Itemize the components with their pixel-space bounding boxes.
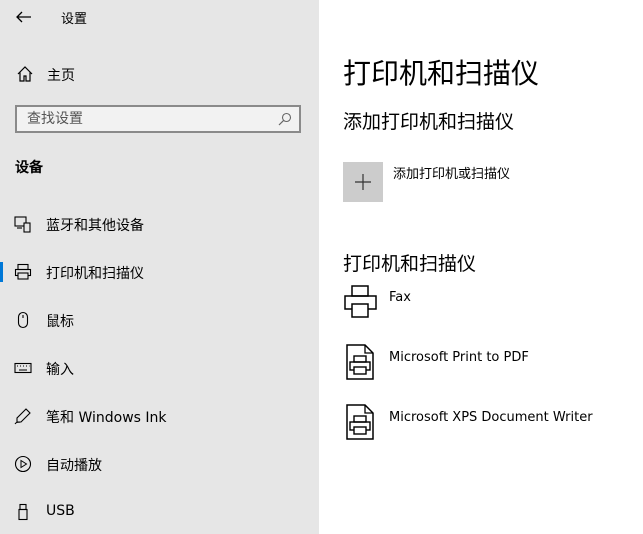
search-icon[interactable] [278, 112, 292, 126]
device-item-fax[interactable]: Fax [343, 284, 643, 328]
sidebar-item-bluetooth[interactable]: 蓝牙和其他设备 [0, 207, 319, 241]
sidebar-item-pen[interactable]: 笔和 Windows Ink [0, 399, 319, 433]
add-printer-button[interactable] [343, 162, 383, 202]
page-title: 打印机和扫描仪 [343, 57, 540, 90]
home-label: 主页 [47, 68, 75, 84]
add-section-title: 添加打印机和扫描仪 [343, 111, 515, 133]
xps-printer-icon [346, 404, 374, 440]
sidebar-item-printers[interactable]: 打印机和扫描仪 [0, 255, 319, 289]
mouse-icon [17, 311, 29, 329]
sidebar-item-label: 打印机和扫描仪 [46, 266, 144, 282]
sidebar: 设置 主页 设备 蓝牙和其他设备 打印机和扫描仪 [0, 0, 319, 534]
sidebar-item-mouse[interactable]: 鼠标 [0, 303, 319, 337]
pdf-printer-icon [346, 344, 374, 380]
sidebar-item-label: 自动播放 [46, 458, 102, 474]
main-content: 打印机和扫描仪 添加打印机和扫描仪 添加打印机或扫描仪 打印机和扫描仪 Fax … [319, 0, 643, 534]
sidebar-item-label: 蓝牙和其他设备 [46, 218, 144, 234]
title-bar: 设置 [0, 0, 319, 34]
back-arrow-icon [16, 11, 31, 23]
bluetooth-devices-icon [14, 216, 31, 233]
sidebar-item-usb[interactable]: USB [0, 495, 319, 529]
printer-icon [14, 263, 32, 280]
device-name: Microsoft XPS Document Writer [389, 410, 593, 425]
sidebar-item-label: 笔和 Windows Ink [46, 410, 167, 426]
home-icon [17, 66, 33, 82]
device-name: Fax [389, 290, 411, 305]
device-item-pdf[interactable]: Microsoft Print to PDF [343, 344, 643, 388]
device-item-xps[interactable]: Microsoft XPS Document Writer [343, 404, 643, 448]
sidebar-item-autoplay[interactable]: 自动播放 [0, 447, 319, 481]
sidebar-item-label: USB [46, 503, 75, 519]
device-name: Microsoft Print to PDF [389, 350, 529, 365]
back-button[interactable] [14, 7, 34, 27]
devices-section-title: 打印机和扫描仪 [343, 253, 477, 275]
sidebar-item-label: 鼠标 [46, 314, 74, 330]
search-input[interactable] [27, 110, 277, 128]
add-printer-label[interactable]: 添加打印机或扫描仪 [393, 163, 510, 182]
sidebar-item-label: 输入 [46, 362, 74, 378]
section-heading: 设备 [15, 160, 43, 176]
home-nav-item[interactable]: 主页 [0, 60, 319, 88]
pen-icon [14, 408, 31, 425]
search-box[interactable] [15, 105, 301, 133]
sidebar-item-typing[interactable]: 输入 [0, 351, 319, 385]
app-title: 设置 [61, 12, 88, 27]
fax-icon [344, 285, 377, 318]
keyboard-icon [14, 362, 32, 374]
selection-indicator [0, 262, 3, 282]
autoplay-icon [14, 455, 32, 473]
usb-icon [18, 503, 28, 521]
plus-icon [355, 174, 371, 190]
